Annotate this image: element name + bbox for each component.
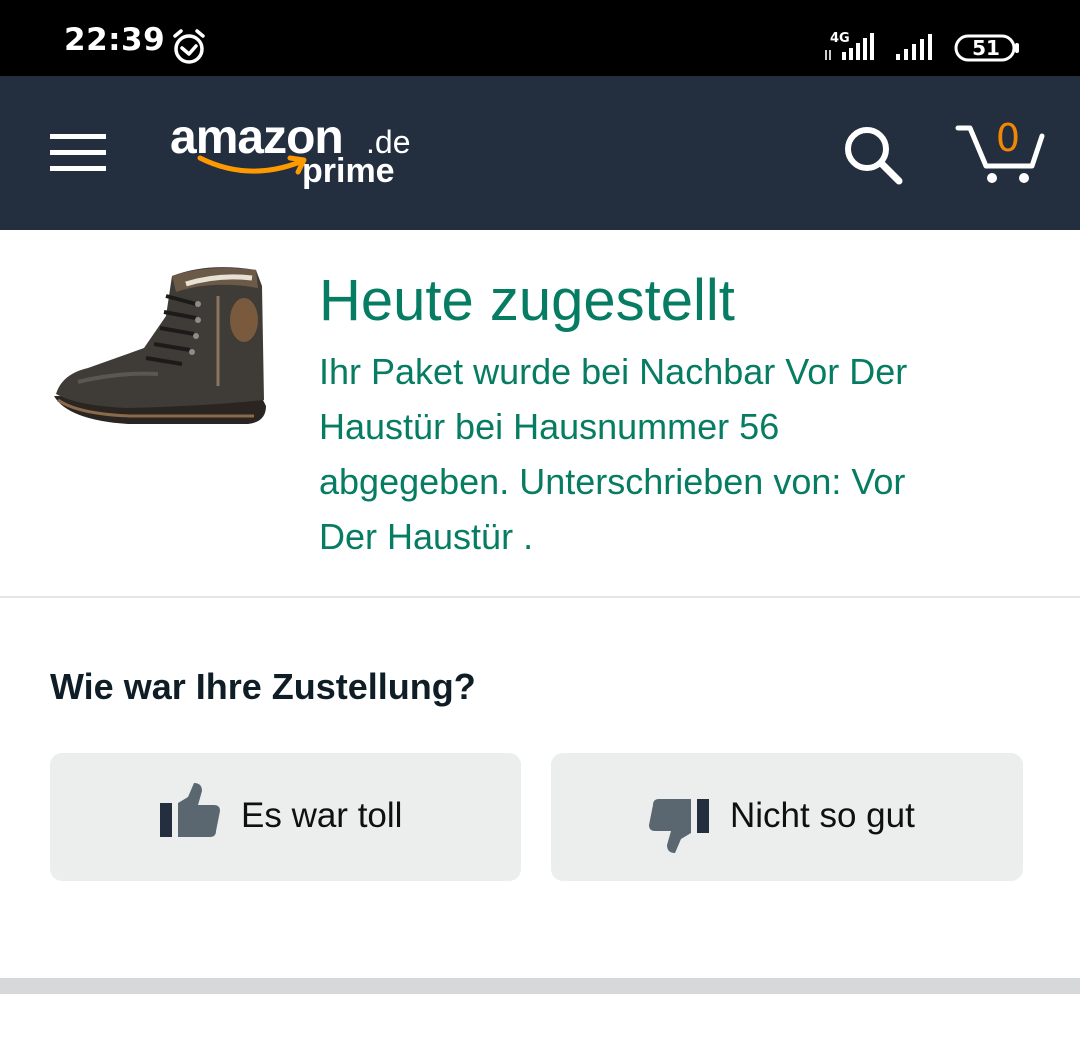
signal-icon (896, 34, 932, 60)
menu-icon[interactable] (50, 132, 106, 174)
clock: 22:39 (64, 22, 166, 58)
delivery-status-message: Ihr Paket wurde bei Nachbar Vor Der Haus… (319, 351, 908, 557)
feedback-bad-button[interactable]: Nicht so gut (551, 753, 1023, 881)
delivery-status-title: Heute zugestellt (319, 268, 735, 333)
search-icon[interactable] (842, 124, 904, 186)
delivery-status-card: Heute zugestellt Ihr Paket wurde bei Nac… (0, 230, 1080, 598)
alarm-icon (173, 29, 205, 64)
thumbs-down-icon (649, 799, 709, 853)
amazon-prime-logo[interactable]: amazon .de prime (170, 112, 420, 192)
feedback-question: Wie war Ihre Zustellung? (50, 666, 476, 707)
top-nav-bar: amazon .de prime 0 (0, 76, 1080, 230)
logo-prime: prime (302, 152, 395, 190)
thumbs-up-icon (160, 783, 220, 837)
battery-level: 51 (972, 36, 1000, 60)
cart-count: 0 (995, 116, 1021, 160)
feedback-good-button[interactable]: Es war toll (50, 753, 521, 881)
signal-4g-icon: 4G (825, 31, 874, 60)
feedback-bad-label: Nicht so gut (730, 796, 915, 835)
status-bar: 22:39 4G 51 (0, 0, 1080, 76)
section-divider (0, 978, 1080, 994)
network-label: 4G (830, 31, 850, 46)
feedback-good-label: Es war toll (241, 796, 403, 835)
product-image-boot[interactable] (48, 256, 272, 440)
